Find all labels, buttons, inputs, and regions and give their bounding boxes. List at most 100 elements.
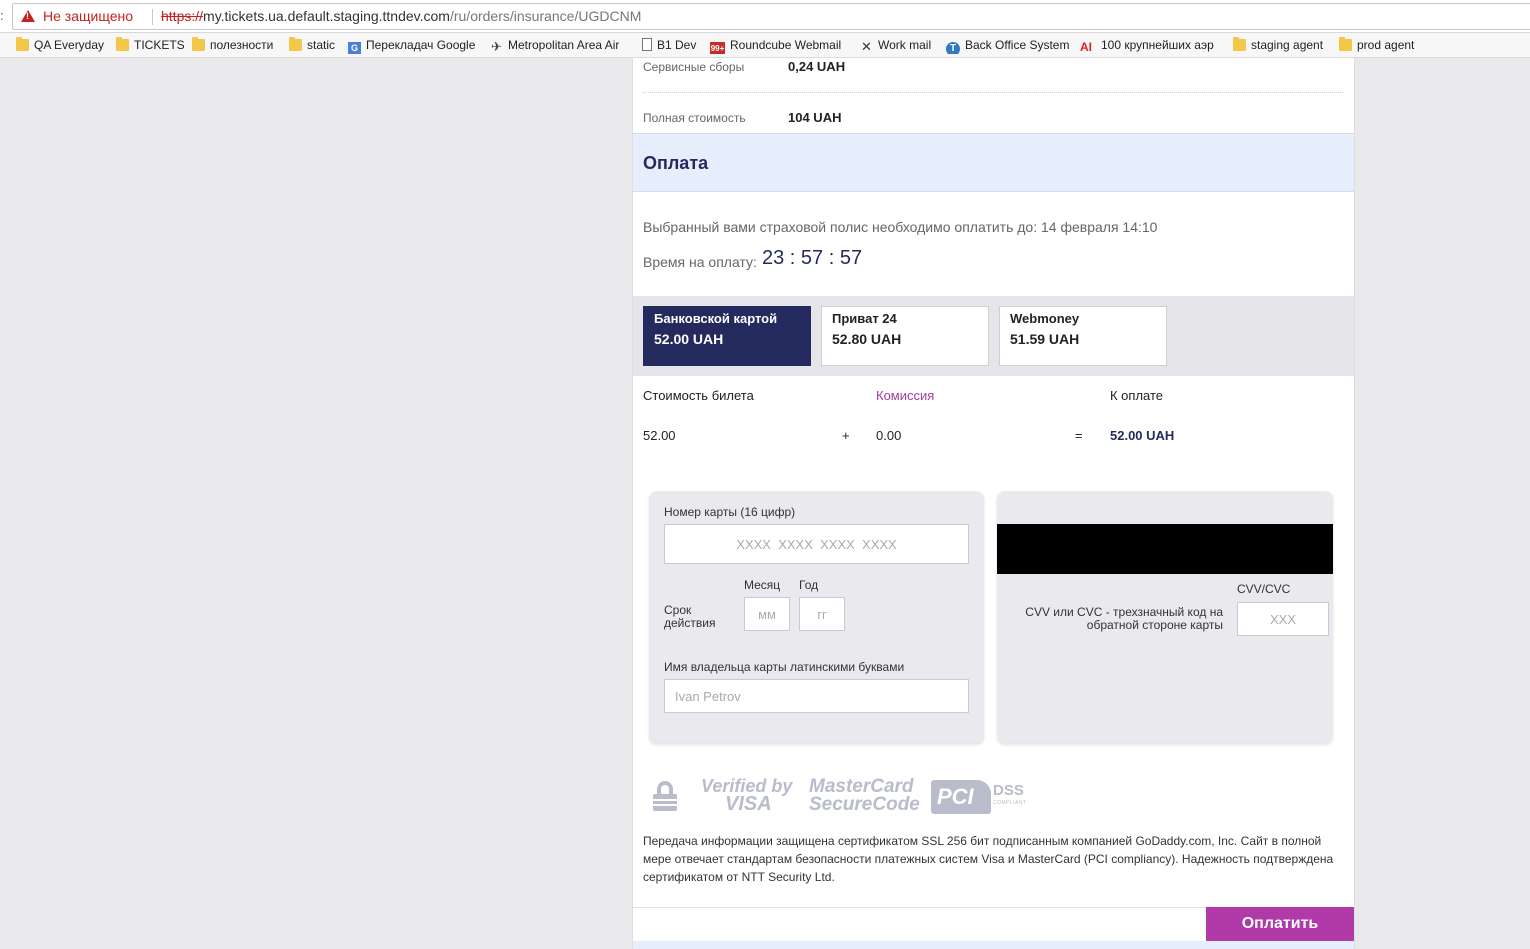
payment-header: Оплата (633, 133, 1354, 192)
bookmark-prod-agent[interactable]: prod agent (1339, 37, 1423, 54)
bookmark-metropolitan[interactable]: ✈ Metropolitan Area Air (490, 37, 626, 54)
bookmark-label: staging agent (1251, 38, 1324, 52)
folder-icon (289, 37, 302, 51)
payment-timer: 23 : 57 : 57 (762, 247, 863, 269)
security-status[interactable]: Не защищено (43, 4, 133, 29)
bookmark-label: Roundcube Webmail (730, 38, 842, 52)
folder-icon (192, 37, 205, 51)
card-number-label: Номер карты (16 цифр) (664, 505, 796, 519)
bookmark-label: static (307, 38, 336, 52)
url-scheme: https:// (161, 8, 204, 24)
bookmark-label: TICKETS (134, 38, 184, 52)
roundcube-icon: 99+ (710, 42, 725, 54)
bookmark-label: Перекладач Google (366, 38, 476, 52)
bookmark-roundcube[interactable]: 99+ Roundcube Webmail (710, 37, 848, 54)
bookmark-poleznosti[interactable]: полезности (192, 37, 282, 54)
lock-icon (651, 781, 679, 811)
cvv-label: CVV/CVC (1237, 582, 1291, 596)
method-price: 52.00 UAH (654, 331, 724, 347)
method-price: 52.80 UAH (832, 331, 902, 347)
to-pay-value: 52.00 UAH (1110, 428, 1175, 443)
service-fee-value: 0,24 UAH (788, 59, 846, 74)
warning-icon[interactable] (21, 10, 35, 22)
bookmark-label: полезности (210, 38, 274, 52)
security-notice: Передача информации защищена сертификато… (643, 834, 1334, 884)
cvv-hint: CVV или CVC - трехзначный код на обратно… (1025, 605, 1223, 632)
address-bar: : Не защищено https://my.tickets.ua.defa… (0, 0, 1530, 33)
back-office-icon: T (946, 42, 960, 54)
omnibox[interactable]: Не защищено https://my.tickets.ua.defaul… (12, 3, 1530, 30)
plus-sign: + (842, 428, 850, 443)
service-fee-label: Сервисные сборы (643, 60, 745, 74)
method-name: Приват 24 (832, 311, 897, 326)
magnetic-stripe (997, 524, 1333, 574)
card-number-input[interactable] (664, 524, 969, 564)
method-bank-card[interactable]: Банковской картой 52.00 UAH (643, 306, 811, 366)
expiry-year-input[interactable] (799, 597, 845, 631)
visa-logo: VISA (725, 793, 772, 815)
bookmark-back-office[interactable]: T Back Office System (946, 37, 1072, 54)
url-path: /ru/orders/insurance/UGDCNM (449, 8, 642, 24)
omnibox-divider (152, 9, 153, 25)
pay-button[interactable]: Оплатить (1206, 907, 1354, 941)
card-back-form: CVV/CVC CVV или CVC - трехзначный код на… (997, 491, 1333, 743)
url-text[interactable]: https://my.tickets.ua.default.staging.tt… (161, 4, 641, 29)
ai-icon: AI (1080, 40, 1092, 54)
footer-strip (633, 941, 1354, 949)
bookmark-qa-everyday[interactable]: QA Everyday (16, 37, 108, 54)
method-price: 51.59 UAH (1010, 331, 1080, 347)
bookmark-label: prod agent (1357, 38, 1415, 52)
expiry-month-input[interactable] (744, 597, 790, 631)
folder-icon (116, 37, 129, 51)
plane-icon: ✈ (491, 39, 502, 54)
folder-icon (16, 37, 29, 51)
method-webmoney[interactable]: Webmoney 51.59 UAH (999, 306, 1167, 366)
pci-badge: PCI (931, 780, 991, 814)
payment-title: Оплата (643, 153, 709, 173)
ticket-cost-label: Стоимость билета (643, 388, 754, 403)
folder-icon (1339, 37, 1352, 51)
bookmark-label: B1 Dev (657, 38, 697, 52)
bookmark-label: Back Office System (965, 38, 1070, 52)
year-label: Год (799, 578, 819, 592)
bookmark-static[interactable]: static (289, 37, 341, 54)
cvv-input[interactable] (1237, 602, 1329, 636)
bookmark-label: 100 крупнейших аэр (1101, 38, 1214, 52)
method-name: Webmoney (1010, 311, 1080, 326)
compliant-text: COMPLIANT (993, 800, 1027, 806)
folder-icon (1233, 37, 1246, 51)
bookmark-label: QA Everyday (34, 38, 105, 52)
cardholder-label: Имя владельца карты латинскими буквами (664, 660, 905, 674)
divider (643, 92, 1343, 93)
bookmark-staging-agent[interactable]: staging agent (1233, 37, 1331, 54)
bookmarks-bar: QA Everyday TICKETS полезности static GП… (0, 33, 1530, 58)
url-host: my.tickets.ua.default.staging.ttndev.com (203, 8, 450, 24)
bookmark-label: Work mail (878, 38, 932, 52)
mail-icon: ✕ (861, 39, 872, 54)
security-logos: Verified by VISA MasterCard SecureCode P… (651, 776, 1051, 816)
window-edge: : (0, 8, 4, 23)
cardholder-input[interactable] (664, 679, 969, 713)
dss-text: DSS (993, 782, 1024, 799)
commission-label: Комиссия (876, 388, 935, 403)
bookmark-b1-dev[interactable]: B1 Dev (642, 37, 702, 54)
payment-methods: Банковской картой 52.00 UAH Приват 24 52… (633, 296, 1354, 376)
bookmark-work-mail[interactable]: ✕ Work mail (860, 37, 938, 54)
bookmark-tickets[interactable]: TICKETS (116, 37, 184, 54)
card-front-form: Номер карты (16 цифр) Месяц Год Срок дей… (649, 491, 984, 743)
bookmark-google-translate[interactable]: G Перекладач Google (348, 37, 482, 54)
timer-label: Время на оплату: (643, 254, 757, 270)
equals-sign: = (1075, 428, 1083, 443)
total-label: Полная стоимость (643, 111, 746, 125)
commission-value: 0.00 (876, 428, 902, 443)
method-name: Банковской картой (654, 311, 778, 326)
month-label: Месяц (744, 578, 781, 592)
method-privat24[interactable]: Приват 24 52.80 UAH (821, 306, 989, 366)
pci-dss-logo: PCI DSS COMPLIANT (931, 780, 1027, 814)
page-icon (642, 38, 652, 51)
payment-deadline: Выбранный вами страховой полис необходим… (643, 219, 1158, 235)
to-pay-label: К оплате (1110, 388, 1164, 403)
bookmark-100-airports[interactable]: AI 100 крупнейших аэр (1080, 37, 1218, 54)
google-translate-icon: G (348, 42, 361, 54)
securecode-logo: SecureCode (809, 794, 920, 815)
